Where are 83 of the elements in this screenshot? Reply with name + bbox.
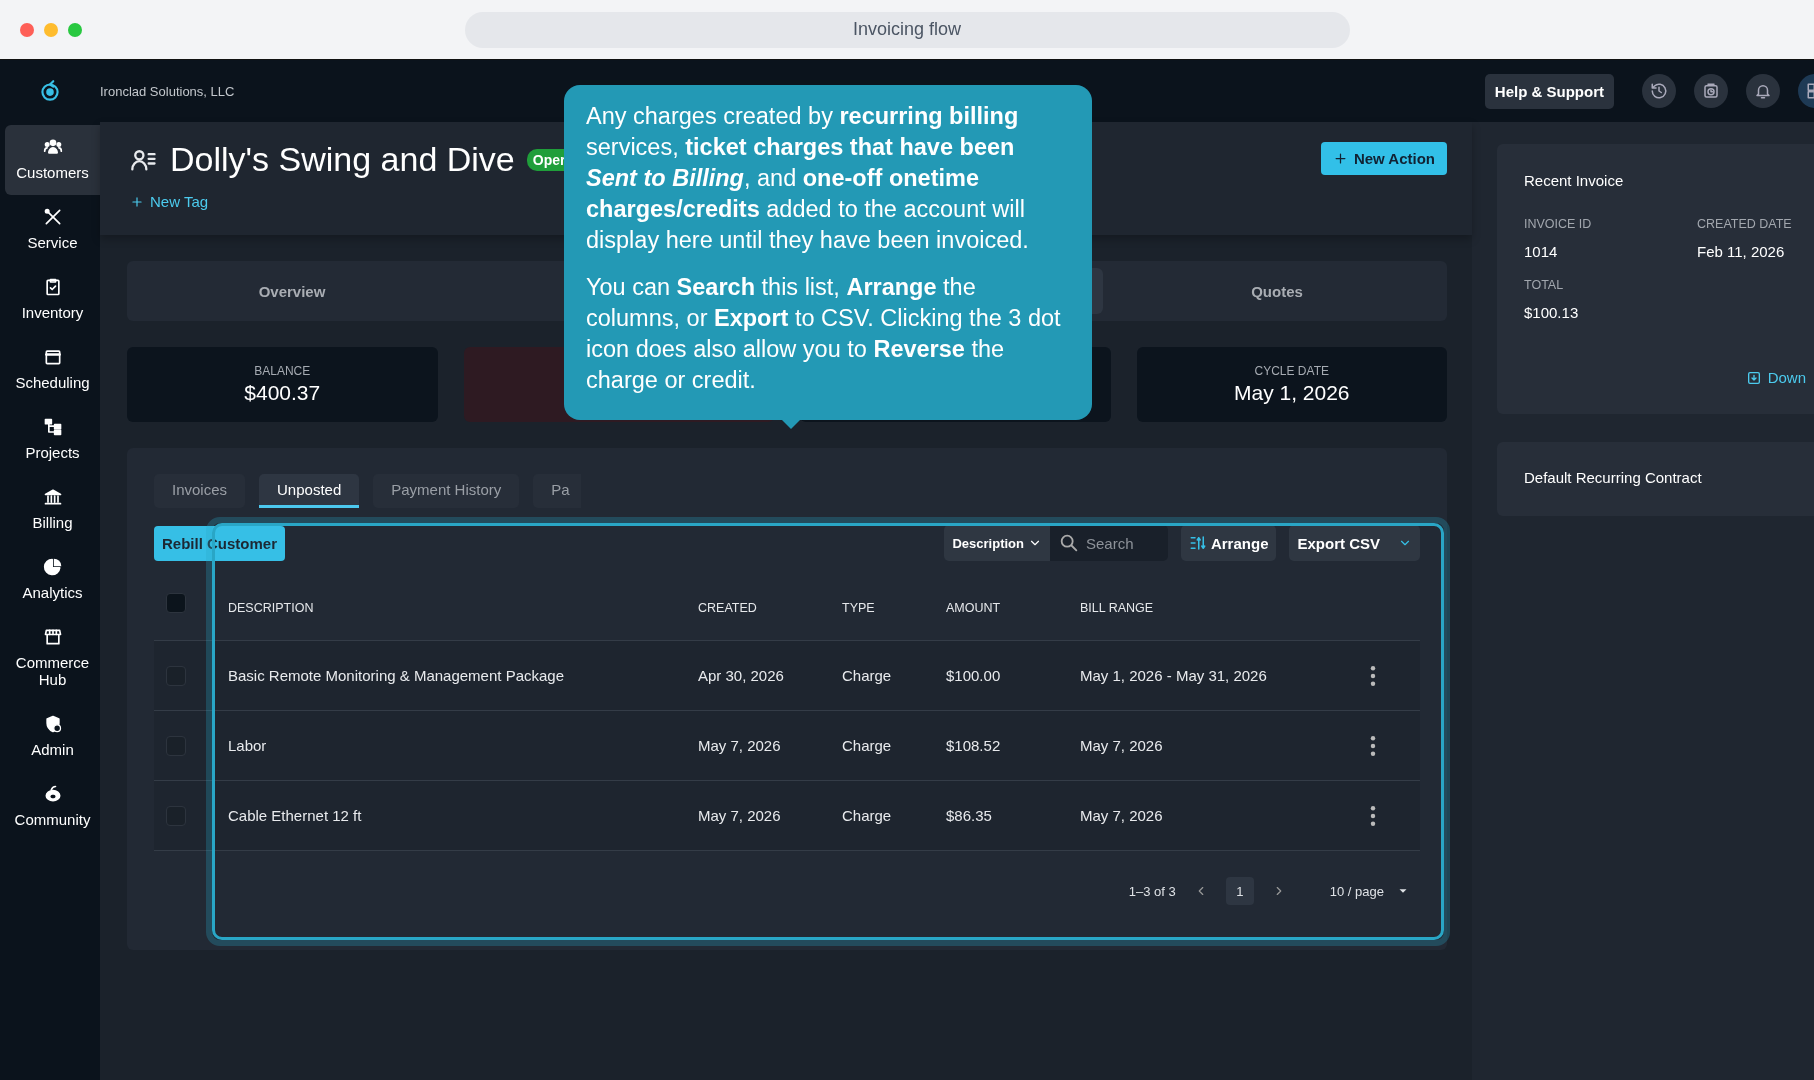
- people-icon: [42, 137, 63, 157]
- sidebar-item[interactable]: Analytics: [5, 545, 100, 615]
- sidebar-item[interactable]: Community: [5, 772, 100, 842]
- column-header: TYPE: [842, 601, 876, 615]
- card-title: Default Recurring Contract: [1524, 469, 1703, 486]
- sidebar-item[interactable]: Service: [5, 195, 100, 265]
- field-label: INVOICE ID: [1524, 217, 1593, 231]
- table-cell-text: May 7, 2026: [698, 737, 782, 754]
- clock-box-drawing: [1702, 82, 1720, 100]
- table-cell-text: Charge: [842, 807, 893, 824]
- field-value: Feb 11, 2026: [1697, 243, 1786, 260]
- customer-name: Dolly's Swing and Dive: [170, 140, 515, 179]
- tab[interactable]: Pa: [533, 474, 582, 508]
- sidebar-item[interactable]: Inventory: [5, 265, 100, 335]
- tab[interactable]: Quotes: [1107, 261, 1447, 321]
- tooltip-text: Any charges created by recurring billing services, ticket charges that have been Sent to Billing, and one-off onetime charges/credits added to the account will display here until they have been invoiced.: [586, 102, 1030, 255]
- table-cell-text: Charge: [842, 737, 893, 754]
- table-cell-text: May 7, 2026: [1080, 737, 1164, 754]
- timer-icon[interactable]: [1694, 74, 1728, 108]
- sidebar-item[interactable]: Admin: [5, 702, 100, 772]
- clock-arrow-drawing: [1650, 82, 1668, 100]
- hierarchy-icon: [42, 417, 63, 437]
- table-cell-text: May 1, 2026 - May 31, 2026: [1080, 667, 1268, 684]
- new-tag-link[interactable]: New Tag: [130, 193, 209, 210]
- field-value: 1014: [1524, 243, 1559, 260]
- sidebar-item[interactable]: Commerce Hub: [12, 615, 93, 702]
- history-icon[interactable]: [1642, 74, 1676, 108]
- stat-value: May 1, 2026: [1233, 381, 1350, 405]
- bell-drawing: [1754, 82, 1772, 100]
- table-cell-text: Charge: [842, 667, 893, 684]
- column-header: CREATED: [698, 601, 758, 615]
- storefront-icon: [42, 627, 63, 647]
- company-name: Ironclad Solutions, LLC: [100, 83, 235, 99]
- window-title: Invoicing flow: [464, 11, 1350, 48]
- export-csv-button[interactable]: Export CSV: [1289, 525, 1420, 561]
- pie-chart-icon: [42, 557, 63, 577]
- tab[interactable]: Invoices: [154, 474, 246, 508]
- column-header: AMOUNT: [946, 601, 1002, 615]
- page-button[interactable]: 1: [1225, 877, 1254, 905]
- table-cell-text: Apr 30, 2026: [698, 667, 785, 684]
- calendar-icon: [42, 347, 63, 367]
- download-link[interactable]: Down: [1745, 369, 1806, 386]
- stat-label: CYCLE DATE: [1254, 364, 1329, 378]
- notifications-icon[interactable]: [1746, 74, 1780, 108]
- field-value: $100.13: [1524, 304, 1580, 321]
- arrange-button[interactable]: Arrange: [1180, 525, 1277, 561]
- new-action-button[interactable]: New Action: [1320, 142, 1447, 175]
- stat-label: BALANCE: [254, 364, 311, 378]
- sidebar-item[interactable]: Billing: [5, 475, 100, 545]
- pagination-range: 1–3 of 3: [1128, 883, 1176, 899]
- stat-value: $400.37: [244, 381, 321, 405]
- rebill-customer-button[interactable]: Rebill Customer: [154, 525, 286, 561]
- table-cell-text: May 7, 2026: [1080, 807, 1164, 824]
- tooltip-text: You can Search this list, Arrange the columns, or Export to CSV. Clicking the 3 dot icon does also allow you to Reverse the charge or credit.: [586, 273, 1062, 395]
- help-support-button[interactable]: Help & Support: [1484, 73, 1614, 109]
- sidebar-item[interactable]: Projects: [5, 405, 100, 475]
- sidebar-item[interactable]: Customers: [5, 125, 100, 195]
- bank-icon: [42, 487, 63, 507]
- select-all-checkbox[interactable]: [166, 593, 186, 613]
- plus-icon: [130, 194, 144, 209]
- tab[interactable]: Unposted: [259, 474, 360, 508]
- search-field[interactable]: Search: [1049, 525, 1168, 561]
- download-icon: [1745, 369, 1762, 386]
- card-title: Recent Invoice: [1524, 172, 1625, 189]
- field-label: CREATED DATE: [1697, 217, 1793, 231]
- sort-columns-icon: [1188, 534, 1207, 552]
- filter-dropdown[interactable]: Description: [944, 525, 1050, 561]
- field-label: TOTAL: [1524, 278, 1565, 292]
- sidebar-item[interactable]: Scheduling: [5, 335, 100, 405]
- plus-icon: [1332, 151, 1348, 166]
- table-cell-text: Cable Ethernet 12 ft: [228, 807, 363, 824]
- column-header: BILL RANGE: [1080, 601, 1155, 615]
- tab[interactable]: Payment History: [373, 474, 520, 508]
- window-control[interactable]: [20, 22, 34, 37]
- table-cell-text: Labor: [228, 737, 268, 754]
- page-size-dropdown[interactable]: 10 / page: [1329, 883, 1410, 899]
- table-cell-text: May 7, 2026: [698, 807, 782, 824]
- tab[interactable]: Overview: [127, 261, 457, 321]
- table-cell-text: $100.00: [946, 667, 1002, 684]
- table-cell-text: $108.52: [946, 737, 1002, 754]
- table-cell-text: Basic Remote Monitoring & Management Package: [228, 667, 565, 684]
- column-header: DESCRIPTION: [228, 601, 315, 615]
- table-cell-text: $86.35: [946, 807, 993, 824]
